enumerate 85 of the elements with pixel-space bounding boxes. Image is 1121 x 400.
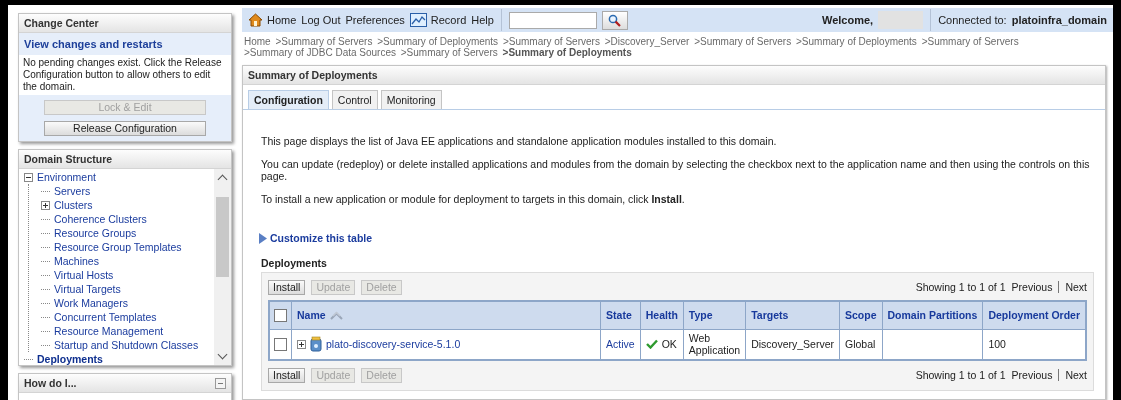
- breadcrumb-link[interactable]: >Summary of JDBC Data Sources: [244, 47, 396, 58]
- panel-title: How do I...: [24, 377, 77, 389]
- tree-item[interactable]: Machines: [54, 255, 99, 267]
- nav-link[interactable]: Log Out: [301, 14, 341, 26]
- column-header[interactable]: Type: [683, 301, 746, 329]
- triangle-icon: [259, 232, 267, 244]
- description-text: You can update (redeploy) or delete installed applications and modules from the domain by selecting the checkbox next to the application name and then using the controls on this page.: [261, 158, 1091, 182]
- tree-item[interactable]: Resource Management: [54, 325, 164, 337]
- pagination-text: Showing 1 to 1 of 1: [915, 281, 1006, 293]
- table-button[interactable]: Install: [268, 279, 306, 295]
- tree-item[interactable]: Deployments: [37, 353, 103, 365]
- section-title: Deployments: [261, 257, 328, 269]
- nav-link[interactable]: Home: [267, 14, 297, 26]
- status-message: No pending changes exist. Click the Release Configuration button to allow others to edit the domain.: [19, 55, 231, 95]
- column-header[interactable]: Deployment Order: [982, 301, 1086, 329]
- column-header[interactable]: Health: [640, 301, 684, 329]
- column-header[interactable]: Targets: [745, 301, 840, 329]
- check-icon: [645, 339, 658, 350]
- tab[interactable]: Configuration: [248, 90, 329, 109]
- domain-name: platoinfra_domain: [1011, 14, 1107, 26]
- tree-item[interactable]: Environment: [37, 171, 96, 183]
- breadcrumb-link[interactable]: >Summary of Servers: [694, 36, 792, 47]
- search-icon: [608, 13, 622, 27]
- deployment-link[interactable]: plato-discovery-service-5.1.0: [326, 338, 461, 351]
- checkbox[interactable]: [274, 338, 287, 352]
- connected-label: Connected to:: [938, 14, 1007, 26]
- tree-item[interactable]: Coherence Clusters: [54, 213, 147, 225]
- search-button[interactable]: [601, 10, 628, 30]
- scrollbar[interactable]: [214, 169, 231, 365]
- tree-item[interactable]: Work Managers: [54, 297, 128, 309]
- collapse-icon: [215, 377, 226, 389]
- breadcrumb-link[interactable]: >Summary of Deployments: [377, 36, 499, 47]
- panel-title: Summary of Deployments: [248, 69, 378, 81]
- tab[interactable]: Control: [331, 90, 378, 109]
- collapse-icon[interactable]: [24, 172, 33, 182]
- table-cell: Discovery_Server: [751, 338, 834, 351]
- expand-icon[interactable]: [41, 200, 50, 210]
- next-link[interactable]: Next: [1065, 369, 1087, 381]
- next-link[interactable]: Next: [1065, 281, 1087, 293]
- tree-item[interactable]: Virtual Targets: [54, 283, 121, 295]
- tree-item[interactable]: Startup and Shutdown Classes: [54, 339, 199, 351]
- nav-link[interactable]: Record: [430, 14, 467, 26]
- description-text: To install a new application or module for deployment to targets in this domain, click Install.: [261, 193, 686, 205]
- column-header[interactable]: State: [600, 301, 641, 329]
- search-field[interactable]: [508, 11, 597, 29]
- breadcrumb-link[interactable]: Home: [244, 36, 271, 47]
- config-button[interactable]: Release Configuration: [44, 121, 206, 136]
- expand-icon[interactable]: [297, 339, 306, 349]
- panel-title: Change Center: [24, 17, 99, 29]
- view-changes-link[interactable]: View changes and restarts: [24, 38, 163, 50]
- tree-item[interactable]: Servers: [54, 185, 91, 197]
- nav-link[interactable]: Help: [471, 14, 494, 26]
- column-header[interactable]: Name: [291, 301, 601, 329]
- health-text: OK: [661, 338, 677, 351]
- breadcrumb-link[interactable]: >Summary of Servers: [921, 36, 1019, 47]
- pagination-text: Showing 1 to 1 of 1: [915, 369, 1006, 381]
- breadcrumb-link[interactable]: >Summary of Servers: [502, 36, 600, 47]
- home-icon: [248, 13, 263, 27]
- checkbox[interactable]: [274, 309, 287, 323]
- previous-link[interactable]: Previous: [1011, 369, 1053, 381]
- previous-link[interactable]: Previous: [1011, 281, 1053, 293]
- panel-title: Domain Structure: [24, 153, 113, 165]
- chart-icon: [409, 13, 427, 27]
- table-cell: Web Application: [688, 332, 741, 357]
- column-header[interactable]: Scope: [839, 301, 883, 329]
- table-button[interactable]: Install: [268, 367, 306, 383]
- breadcrumb-link[interactable]: >Summary of Servers: [275, 36, 373, 47]
- tree-item[interactable]: Resource Group Templates: [54, 241, 182, 253]
- tree-item[interactable]: Clusters: [54, 199, 93, 211]
- column-header[interactable]: Domain Partitions: [882, 301, 983, 329]
- welcome-label: Welcome,: [822, 14, 874, 26]
- customize-link[interactable]: Customize this table: [270, 232, 373, 244]
- breadcrumb-current: >Summary of Deployments: [502, 47, 632, 58]
- table-cell: Global: [845, 338, 876, 351]
- jar-icon: [310, 336, 322, 353]
- breadcrumb-link[interactable]: >Summary of Deployments: [796, 36, 917, 47]
- description-text: This page displays the list of Java EE applications and standalone application modules installed to this domain.: [261, 135, 778, 147]
- breadcrumb-link[interactable]: >Summary of Servers: [400, 47, 498, 58]
- breadcrumb-link[interactable]: >Discovery_Server: [604, 36, 690, 47]
- table-cell: 100: [988, 338, 1006, 351]
- nav-link[interactable]: Preferences: [345, 14, 405, 26]
- tab[interactable]: Monitoring: [380, 90, 442, 109]
- tree-item[interactable]: Virtual Hosts: [54, 269, 114, 281]
- tree-item[interactable]: Concurrent Templates: [54, 311, 157, 323]
- tree-item[interactable]: Resource Groups: [54, 227, 137, 239]
